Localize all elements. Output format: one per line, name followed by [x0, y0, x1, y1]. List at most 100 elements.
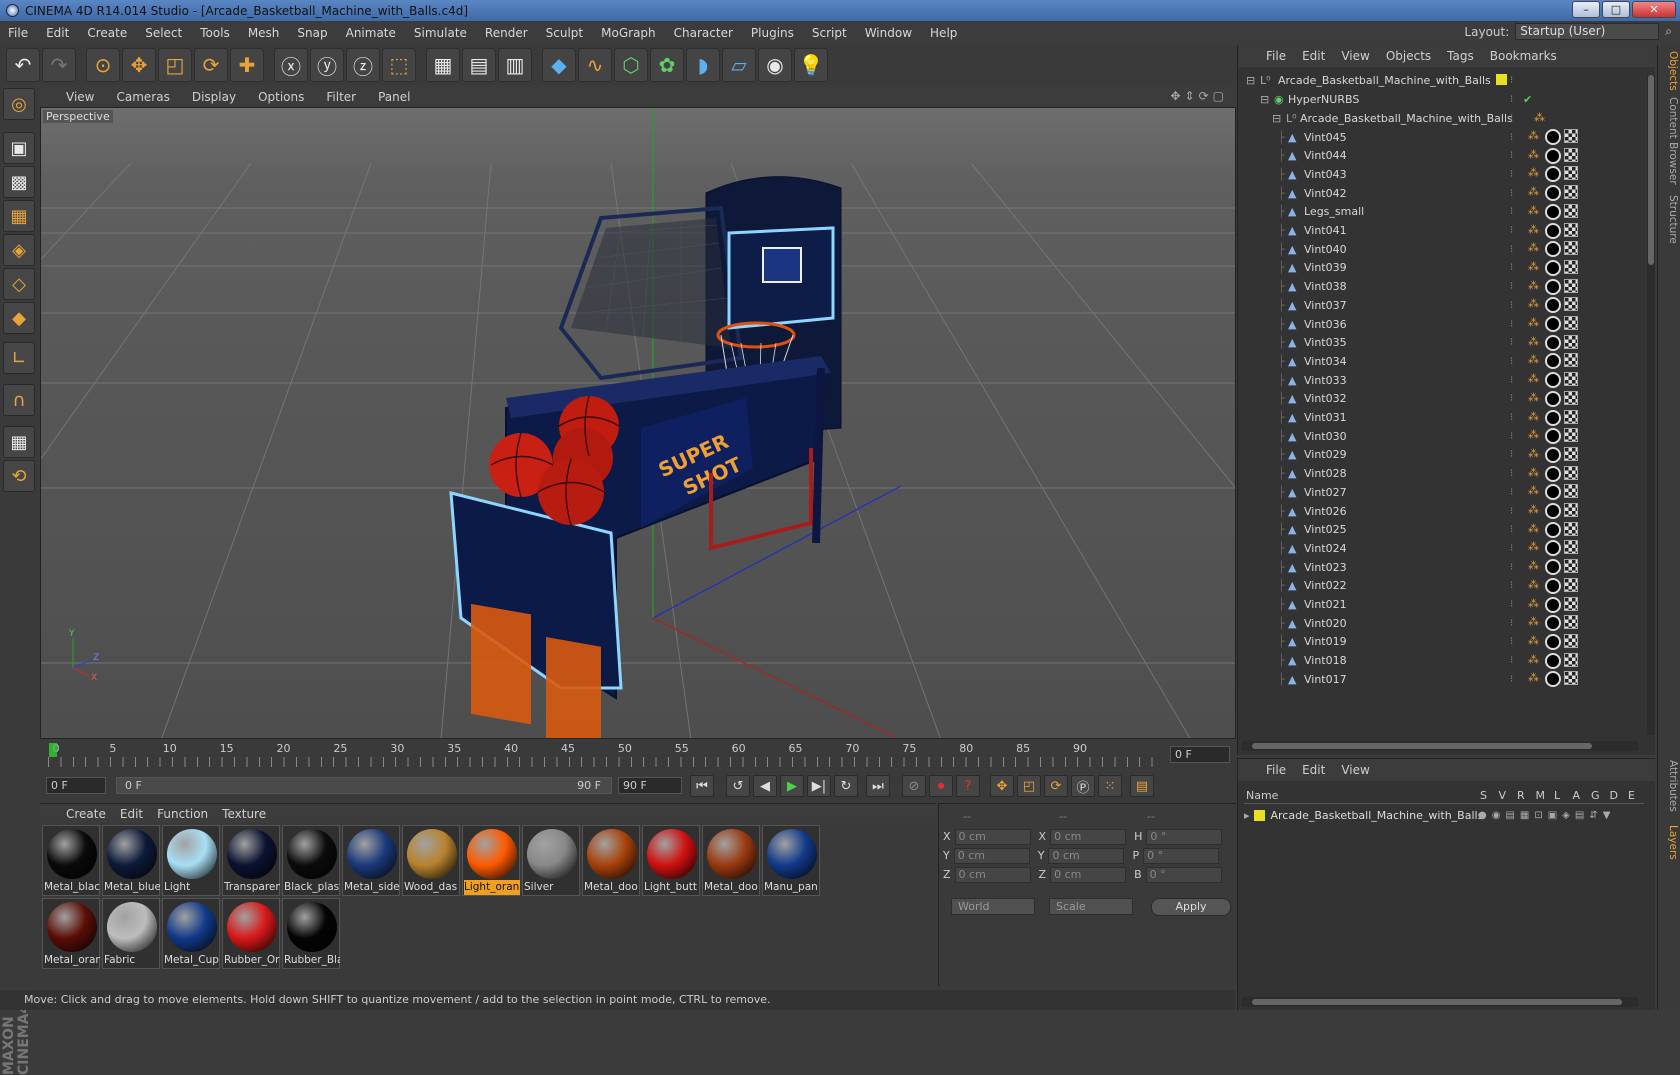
autokey-icon[interactable]: ⏺	[929, 775, 953, 797]
material-tag-icon[interactable]	[1545, 297, 1561, 314]
texture-tag-icon[interactable]	[1564, 615, 1578, 630]
material-swatch[interactable]: Silver	[522, 825, 580, 896]
viewport-menu-filter[interactable]: Filter	[326, 90, 356, 104]
phong-tag-icon[interactable]: ⁂	[1528, 410, 1542, 424]
key-scale-icon[interactable]: ◰	[1017, 775, 1041, 797]
menu-file[interactable]: File	[8, 26, 28, 40]
tree-row[interactable]: ├ ▲ Vint024 ⁝ ⁂	[1238, 538, 1648, 558]
tree-row[interactable]: ├ ▲ Vint019 ⁝ ⁂	[1238, 632, 1648, 652]
object-menu-edit[interactable]: Edit	[1302, 49, 1325, 63]
phong-tag-icon[interactable]: ⁂	[1528, 297, 1542, 311]
next-key-icon[interactable]: ↻	[834, 775, 858, 797]
key-parameter-icon[interactable]: Ⓟ	[1071, 775, 1095, 797]
material-swatch[interactable]: Metal_doo	[582, 825, 640, 896]
tree-row[interactable]: ├ ▲ Vint020 ⁝ ⁂	[1238, 613, 1648, 633]
viewport-menu-panel[interactable]: Panel	[378, 90, 410, 104]
key-pla-icon[interactable]: ⁙	[1098, 775, 1122, 797]
layer-column-header[interactable]: E	[1628, 789, 1635, 802]
tree-row[interactable]: ├ ▲ Vint044 ⁝ ⁂	[1238, 146, 1648, 166]
undo-button[interactable]: ↶	[6, 48, 40, 82]
phong-tag-icon[interactable]: ⁂	[1528, 279, 1542, 293]
material-tag-icon[interactable]	[1545, 540, 1561, 557]
perspective-viewport[interactable]: SUPER SHOT Y Z X Perspective	[40, 107, 1236, 739]
tree-row[interactable]: ├ ▲ Vint021 ⁝ ⁂	[1238, 595, 1648, 615]
tree-row-group[interactable]: ⊟ L⁰ Arcade_Basketball_Machine_with_Ball…	[1238, 108, 1648, 128]
key-rotation-icon[interactable]: ⟳	[1044, 775, 1068, 797]
material-tag-icon[interactable]	[1545, 203, 1561, 220]
render-view-icon[interactable]: ▦	[426, 48, 460, 82]
menu-window[interactable]: Window	[865, 26, 912, 40]
object-menu-objects[interactable]: Objects	[1386, 49, 1431, 63]
material-tag-icon[interactable]	[1545, 596, 1561, 613]
tree-row[interactable]: ├ ▲ Vint040 ⁝ ⁂	[1238, 239, 1648, 259]
render-picture-viewer-icon[interactable]: ▤	[462, 48, 496, 82]
collapse-icon[interactable]: ⊟	[1246, 74, 1255, 87]
menu-sculpt[interactable]: Sculpt	[546, 26, 583, 40]
keyframe-selection-icon[interactable]: ?	[956, 775, 980, 797]
x-axis-lock-icon[interactable]: ⓧ	[274, 48, 308, 82]
coord-input[interactable]: 0 °	[1146, 828, 1223, 845]
layer-column-header[interactable]: R	[1517, 789, 1525, 802]
texture-tag-icon[interactable]	[1564, 353, 1578, 368]
layer-menu-view[interactable]: View	[1341, 763, 1369, 777]
texture-tag-icon[interactable]	[1564, 428, 1578, 443]
texture-mode-icon[interactable]: ▩	[3, 166, 35, 198]
phong-tag-icon[interactable]: ⁂	[1528, 223, 1542, 237]
tree-row[interactable]: ├ ▲ Vint042 ⁝ ⁂	[1238, 183, 1648, 203]
close-button[interactable]: ✕	[1632, 1, 1676, 18]
menu-snap[interactable]: Snap	[297, 26, 327, 40]
tree-row[interactable]: ├ ▲ Vint028 ⁝ ⁂	[1238, 464, 1648, 484]
object-menu-file[interactable]: File	[1266, 49, 1286, 63]
next-frame-icon[interactable]: ▶|	[807, 775, 831, 797]
phong-tag-icon[interactable]: ⁂	[1528, 260, 1542, 274]
menu-animate[interactable]: Animate	[346, 26, 396, 40]
axis-mode-icon[interactable]: ∟	[3, 342, 35, 374]
texture-tag-icon[interactable]	[1564, 390, 1578, 405]
render-settings-icon[interactable]: ▥	[498, 48, 532, 82]
texture-tag-icon[interactable]	[1564, 278, 1578, 293]
phong-tag-icon[interactable]: ⁂	[1528, 148, 1542, 162]
camera-icon[interactable]: ◉	[758, 48, 792, 82]
material-tag-icon[interactable]	[1545, 166, 1561, 183]
layer-column-header[interactable]: L	[1554, 789, 1560, 802]
phong-tag-icon[interactable]: ⁂	[1528, 671, 1542, 685]
tree-row-hypernurbs[interactable]: ⊟ ◉ HyperNURBS ⁝ ✔	[1238, 89, 1648, 109]
tree-row[interactable]: ├ ▲ Vint037 ⁝ ⁂	[1238, 295, 1648, 315]
go-to-end-icon[interactable]: ⏭	[866, 775, 890, 797]
material-swatch[interactable]: Metal_Cup	[162, 898, 220, 969]
floor-icon[interactable]: ▱	[722, 48, 756, 82]
coord-input[interactable]: 0 cm	[1050, 828, 1127, 845]
material-swatch[interactable]: Metal_side	[342, 825, 400, 896]
redo-button[interactable]: ↷	[42, 48, 76, 82]
tree-row[interactable]: ├ ▲ Vint031 ⁝ ⁂	[1238, 408, 1648, 428]
material-swatch[interactable]: Fabric	[102, 898, 160, 969]
coord-input[interactable]: 0 cm	[1048, 847, 1125, 864]
tree-row[interactable]: ├ ▲ Legs_small ⁝ ⁂	[1238, 202, 1648, 222]
cube-object-icon[interactable]: ◆	[542, 48, 576, 82]
tree-row[interactable]: ├ ▲ Vint033 ⁝ ⁂	[1238, 370, 1648, 390]
search-icon[interactable]: ⌕	[1665, 24, 1672, 39]
texture-tag-icon[interactable]	[1564, 559, 1578, 574]
go-to-start-icon[interactable]: ⏮	[690, 775, 714, 797]
texture-tag-icon[interactable]	[1564, 577, 1578, 592]
viewport-menu-cameras[interactable]: Cameras	[116, 90, 169, 104]
material-tag-icon[interactable]	[1545, 521, 1561, 538]
snap-grid-icon[interactable]: ▦	[3, 426, 35, 458]
menu-render[interactable]: Render	[485, 26, 528, 40]
phong-tag-icon[interactable]: ⁂	[1528, 185, 1542, 199]
menu-tools[interactable]: Tools	[200, 26, 230, 40]
menu-mesh[interactable]: Mesh	[248, 26, 280, 40]
tree-row[interactable]: ├ ▲ Vint029 ⁝ ⁂	[1238, 445, 1648, 465]
phong-tag-icon[interactable]: ⁂	[1528, 204, 1542, 218]
material-tag-icon[interactable]	[1545, 129, 1561, 145]
coord-system-dropdown[interactable]: World	[951, 898, 1035, 915]
tab-objects[interactable]: Objects	[1660, 51, 1679, 91]
material-tag-icon[interactable]	[1545, 559, 1561, 576]
material-tag-icon[interactable]	[1545, 278, 1561, 295]
material-tag-icon[interactable]	[1545, 222, 1561, 239]
live-selection-icon[interactable]: ⊙	[86, 48, 120, 82]
material-tag-icon[interactable]	[1545, 316, 1561, 332]
viewport-navigation-icons[interactable]: ✥⇕⟳▢	[1170, 89, 1228, 103]
material-swatch[interactable]: Metal_oran	[42, 898, 100, 969]
texture-tag-icon[interactable]	[1564, 521, 1578, 536]
